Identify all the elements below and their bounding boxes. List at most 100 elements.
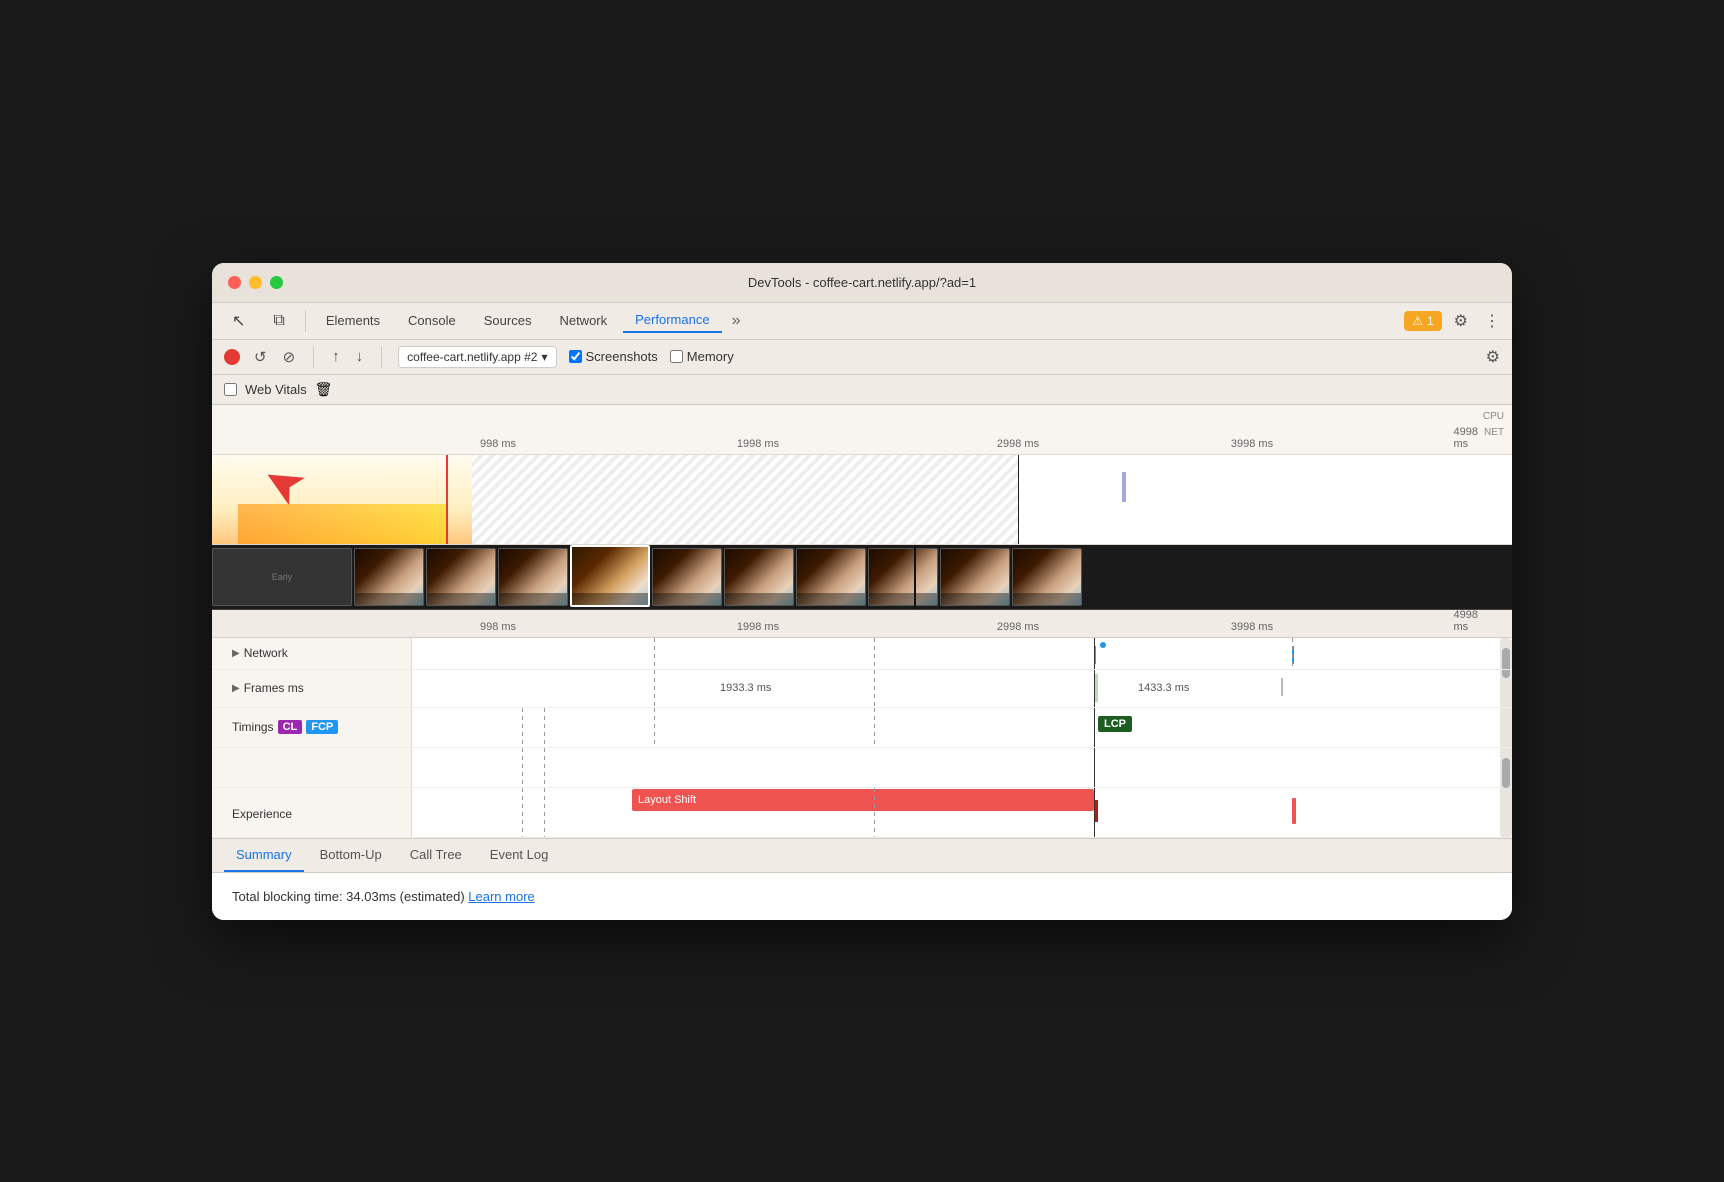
screenshot-thumb[interactable] — [1012, 548, 1082, 606]
reload-button[interactable]: ↺ — [252, 346, 269, 368]
tab-call-tree[interactable]: Call Tree — [398, 839, 474, 872]
badge-count: 1 — [1427, 314, 1434, 328]
window-title: DevTools - coffee-cart.netlify.app/?ad=1 — [748, 275, 976, 290]
spacing-playhead — [1094, 748, 1095, 787]
close-button[interactable] — [228, 276, 241, 289]
experience-label: Experience — [232, 807, 292, 821]
screenshot-thumb-highlighted[interactable] — [570, 545, 650, 607]
screenshot-thumb[interactable] — [498, 548, 568, 606]
settings-button[interactable]: ⚙ — [1450, 307, 1472, 335]
more-options-button[interactable]: ⋮ — [1480, 307, 1504, 335]
layers-icon[interactable]: ⧉ — [261, 308, 296, 334]
time-label-1: 998 ms — [480, 438, 516, 450]
lcp-badge-container: LCP — [1094, 714, 1132, 732]
timing-dashed-3 — [654, 708, 655, 747]
experience-playhead — [1094, 788, 1095, 837]
timeline-chart[interactable]: ➤ — [212, 455, 1512, 545]
timeline-ruler-2: 998 ms 1998 ms 2998 ms 3998 ms 4998 ms — [212, 610, 1512, 638]
traffic-lights — [228, 276, 283, 289]
tab-network[interactable]: Network — [547, 309, 619, 332]
timings-playhead — [1094, 708, 1095, 747]
web-vitals-checkbox[interactable] — [224, 383, 237, 396]
timings-row-content[interactable]: LCP — [412, 708, 1512, 747]
first-screenshot[interactable]: Early — [212, 548, 352, 606]
issues-badge-button[interactable]: ⚠ 1 — [1404, 311, 1441, 331]
network-indicator — [1100, 642, 1106, 648]
screenshot-thumb[interactable] — [868, 548, 938, 606]
network-row-content[interactable] — [412, 638, 1512, 669]
spacing-row-label — [212, 748, 412, 787]
tab-elements[interactable]: Elements — [314, 309, 392, 332]
screenshot-thumb[interactable] — [796, 548, 866, 606]
screenshot-playhead — [914, 545, 916, 609]
screenshot-thumb[interactable] — [426, 548, 496, 606]
bottom-content: Total blocking time: 34.03ms (estimated)… — [212, 873, 1512, 920]
timings-row: Timings CL FCP LCP — [212, 708, 1512, 748]
stop-button[interactable]: ⊘ — [281, 346, 298, 368]
maximize-button[interactable] — [270, 276, 283, 289]
tab-performance[interactable]: Performance — [623, 308, 721, 333]
memory-checkbox[interactable] — [670, 350, 683, 363]
dropdown-arrow-icon: ▾ — [541, 350, 547, 364]
screenshot-thumb[interactable] — [354, 548, 424, 606]
bottom-tabs: Summary Bottom-Up Call Tree Event Log — [212, 838, 1512, 873]
screenshot-thumb[interactable] — [652, 548, 722, 606]
screenshots-checkbox[interactable] — [569, 350, 582, 363]
time-label-4: 3998 ms — [1231, 438, 1273, 450]
frames-row: ▶ Frames ms 1933.3 ms 1433.3 ms — [212, 670, 1512, 708]
frames-row-content[interactable]: 1933.3 ms 1433.3 ms — [412, 670, 1512, 707]
dashed-line-1 — [654, 638, 655, 669]
layout-shift-bar: Layout Shift — [632, 789, 1094, 811]
dashed — [522, 748, 523, 787]
cpu-net-labels: CPU NET — [1483, 409, 1504, 441]
titlebar: DevTools - coffee-cart.netlify.app/?ad=1 — [212, 263, 1512, 303]
frames-playhead — [1094, 670, 1095, 707]
network-expand-arrow[interactable]: ▶ — [232, 648, 240, 659]
network-row: ▶ Network — [212, 638, 1512, 670]
experience-row-label: Experience — [212, 788, 412, 837]
dashed — [544, 748, 545, 787]
frame-bar-gray — [1281, 678, 1283, 696]
screenshot-thumb[interactable] — [724, 548, 794, 606]
time-label-2: 1998 ms — [737, 438, 779, 450]
screenshot-thumb[interactable] — [940, 548, 1010, 606]
spacing-row — [212, 748, 1512, 788]
frames-label: Frames ms — [244, 681, 304, 695]
experience-row-content[interactable]: Layout Shift — [412, 788, 1512, 837]
record-settings-button[interactable]: ⚙ — [1486, 347, 1500, 367]
minimize-button[interactable] — [249, 276, 262, 289]
learn-more-link[interactable]: Learn more — [468, 889, 534, 904]
delete-recording-button[interactable]: 🗑 — [315, 381, 333, 398]
tab-bottom-up[interactable]: Bottom-Up — [308, 839, 394, 872]
toolbar-right: ⚠ 1 ⚙ ⋮ — [1404, 307, 1504, 335]
more-tabs-button[interactable]: » — [726, 308, 747, 334]
layout-shift-label: Layout Shift — [638, 794, 696, 806]
download-button[interactable]: ↓ — [354, 346, 366, 367]
separator — [313, 346, 314, 368]
warning-icon: ⚠ — [1412, 314, 1423, 328]
record-button[interactable] — [224, 349, 240, 365]
tab-sources[interactable]: Sources — [472, 309, 544, 332]
tab-console[interactable]: Console — [396, 309, 468, 332]
dashed — [874, 788, 875, 837]
screenshots-checkbox-group: Screenshots — [569, 349, 658, 364]
url-selector[interactable]: coffee-cart.netlify.app #2 ▾ — [398, 346, 556, 368]
blocking-time-text: Total blocking time: 34.03ms (estimated) — [232, 889, 465, 904]
hatched-region — [472, 455, 1018, 544]
dashed-line-3 — [1292, 638, 1293, 669]
fcp-badge: FCP — [306, 720, 338, 734]
tab-event-log[interactable]: Event Log — [478, 839, 561, 872]
cursor-icon[interactable]: ↖ — [220, 307, 257, 335]
time-label-3: 2998 ms — [997, 438, 1039, 450]
record-toolbar: ↺ ⊘ ↑ ↓ coffee-cart.netlify.app #2 ▾ Scr… — [212, 340, 1512, 375]
cpu-spike — [1122, 472, 1126, 502]
timing-dashed-2 — [544, 708, 545, 747]
frames-expand-arrow[interactable]: ▶ — [232, 683, 240, 694]
tab-summary[interactable]: Summary — [224, 839, 304, 872]
spacing-row-content — [412, 748, 1512, 787]
upload-button[interactable]: ↑ — [330, 346, 342, 367]
start-marker — [446, 455, 448, 544]
playhead-line — [1018, 455, 1019, 544]
cl-badge: CL — [278, 720, 303, 734]
net-label: NET — [1483, 425, 1504, 441]
